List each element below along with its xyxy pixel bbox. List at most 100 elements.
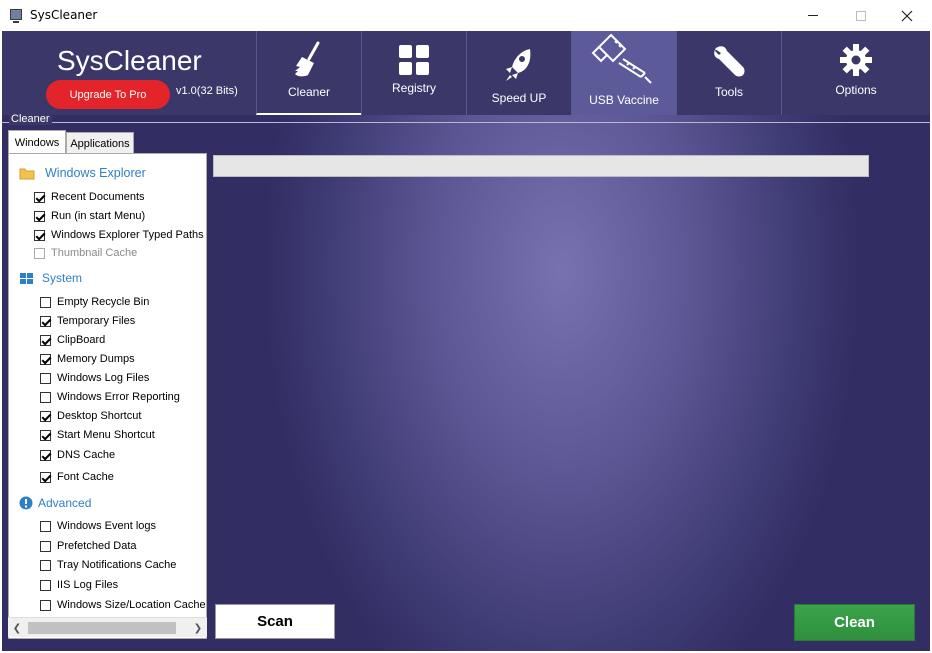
- option-label: Thumbnail Cache: [51, 247, 138, 259]
- brand-title: SysCleaner: [57, 45, 202, 76]
- option-font-cache[interactable]: Font Cache: [40, 471, 114, 483]
- version-label: v1.0(32 Bits): [176, 85, 238, 97]
- checkbox[interactable]: [40, 410, 51, 422]
- option-label: Empty Recycle Bin: [57, 296, 150, 308]
- cleaner-options-panel: Windows Explorer Recent Documents Run (i…: [8, 153, 207, 639]
- option-label: Windows Log Files: [57, 372, 150, 384]
- option-recent-documents[interactable]: Recent Documents: [34, 191, 145, 203]
- tab-speed-up-label: Speed UP: [491, 91, 547, 105]
- option-label: Windows Error Reporting: [57, 391, 180, 403]
- group-system: System: [19, 271, 82, 285]
- grid-icon: [399, 45, 429, 75]
- broom-icon: [295, 41, 320, 77]
- tab-windows[interactable]: Windows: [8, 130, 66, 154]
- tab-tools[interactable]: Tools: [676, 31, 781, 115]
- checkbox[interactable]: [40, 559, 51, 571]
- horizontal-scrollbar[interactable]: ❮ ❯: [8, 617, 207, 637]
- checkbox[interactable]: [40, 540, 51, 552]
- tab-usb-vaccine[interactable]: USB Vaccine: [571, 31, 676, 115]
- group-system-title: System: [42, 271, 83, 285]
- scan-button[interactable]: Scan: [215, 604, 335, 639]
- tab-cleaner[interactable]: Cleaner: [256, 31, 361, 115]
- option-temporary-files[interactable]: Temporary Files: [40, 315, 135, 327]
- option-iis-log-files[interactable]: IIS Log Files: [40, 579, 118, 591]
- option-clipboard[interactable]: ClipBoard: [40, 334, 105, 346]
- main-area: SysCleaner Upgrade To Pro v1.0(32 Bits) …: [2, 31, 930, 651]
- option-prefetched-data[interactable]: Prefetched Data: [40, 540, 137, 552]
- option-label: Memory Dumps: [57, 353, 135, 365]
- option-label: Run (in start Menu): [51, 210, 146, 222]
- checkbox[interactable]: [40, 429, 51, 441]
- scroll-right-icon[interactable]: ❯: [191, 621, 205, 635]
- minimize-icon: [808, 15, 818, 16]
- option-label: Windows Event logs: [57, 520, 157, 532]
- upgrade-button[interactable]: Upgrade To Pro: [46, 80, 170, 109]
- tab-speed-up[interactable]: Speed UP: [466, 31, 571, 115]
- option-label: Recent Documents: [51, 191, 145, 203]
- folder-icon: [19, 168, 35, 179]
- option-desktop-shortcut[interactable]: Desktop Shortcut: [40, 410, 141, 422]
- section-label: Cleaner: [9, 113, 52, 125]
- option-label: DNS Cache: [57, 449, 116, 461]
- maximize-button[interactable]: [838, 0, 884, 31]
- group-advanced: Advanced: [19, 496, 91, 510]
- tab-registry[interactable]: Registry: [361, 31, 466, 115]
- option-run-start-menu[interactable]: Run (in start Menu): [34, 210, 145, 222]
- gear-icon: [840, 44, 872, 76]
- tab-options-label: Options: [835, 83, 877, 97]
- windows-icon: [20, 272, 33, 284]
- checkbox[interactable]: [40, 391, 51, 403]
- app-icon: [10, 9, 22, 23]
- usb-syringe-icon: [591, 33, 652, 84]
- checkbox[interactable]: [40, 353, 51, 365]
- option-label: Prefetched Data: [57, 540, 137, 552]
- tab-registry-label: Registry: [391, 81, 436, 95]
- option-thumbnail-cache[interactable]: Thumbnail Cache: [34, 247, 137, 259]
- option-windows-error-reporting[interactable]: Windows Error Reporting: [40, 391, 180, 403]
- header: SysCleaner Upgrade To Pro v1.0(32 Bits) …: [2, 31, 930, 115]
- option-memory-dumps[interactable]: Memory Dumps: [40, 353, 135, 365]
- group-advanced-title: Advanced: [38, 496, 92, 510]
- option-label: Tray Notifications Cache: [57, 559, 177, 571]
- option-label: Start Menu Shortcut: [57, 429, 155, 441]
- tab-options[interactable]: Options: [781, 31, 930, 115]
- checkbox[interactable]: [34, 191, 45, 203]
- option-windows-event-logs[interactable]: Windows Event logs: [40, 520, 156, 532]
- checkbox[interactable]: [40, 296, 51, 308]
- checkbox[interactable]: [40, 520, 51, 532]
- option-windows-log-files[interactable]: Windows Log Files: [40, 372, 149, 384]
- group-windows-explorer: Windows Explorer: [19, 166, 146, 180]
- tab-tools-label: Tools: [714, 85, 743, 99]
- option-label: Windows Explorer Typed Paths: [51, 229, 204, 241]
- scroll-left-icon[interactable]: ❮: [10, 621, 24, 635]
- clean-button[interactable]: Clean: [794, 604, 915, 641]
- close-button[interactable]: [884, 0, 930, 31]
- title-bar: SysCleaner: [0, 0, 932, 31]
- option-label: Font Cache: [57, 471, 114, 483]
- tab-usb-vaccine-label: USB Vaccine: [589, 93, 659, 107]
- checkbox[interactable]: [40, 471, 51, 483]
- option-start-menu-shortcut[interactable]: Start Menu Shortcut: [40, 429, 155, 441]
- group-windows-explorer-title: Windows Explorer: [45, 166, 146, 180]
- checkbox[interactable]: [34, 229, 45, 241]
- checkbox[interactable]: [40, 315, 51, 327]
- section-divider: [2, 122, 930, 123]
- minimize-button[interactable]: [790, 0, 836, 31]
- maximize-icon: [856, 10, 866, 21]
- option-label: Desktop Shortcut: [57, 410, 142, 422]
- option-explorer-typed-paths[interactable]: Windows Explorer Typed Paths: [34, 229, 204, 241]
- checkbox[interactable]: [40, 579, 51, 591]
- option-label: Windows Size/Location Cache: [57, 599, 206, 611]
- option-tray-notifications-cache[interactable]: Tray Notifications Cache: [40, 559, 176, 571]
- checkbox[interactable]: [40, 372, 51, 384]
- tab-applications[interactable]: Applications: [66, 132, 134, 154]
- option-dns-cache[interactable]: DNS Cache: [40, 449, 115, 461]
- checkbox[interactable]: [40, 449, 51, 461]
- option-empty-recycle-bin[interactable]: Empty Recycle Bin: [40, 296, 149, 308]
- option-windows-size-location-cache[interactable]: Windows Size/Location Cache: [40, 599, 206, 611]
- checkbox[interactable]: [40, 334, 51, 346]
- checkbox[interactable]: [34, 210, 45, 222]
- scrollbar-thumb[interactable]: [28, 622, 176, 634]
- checkbox[interactable]: [34, 247, 45, 259]
- checkbox[interactable]: [40, 599, 51, 611]
